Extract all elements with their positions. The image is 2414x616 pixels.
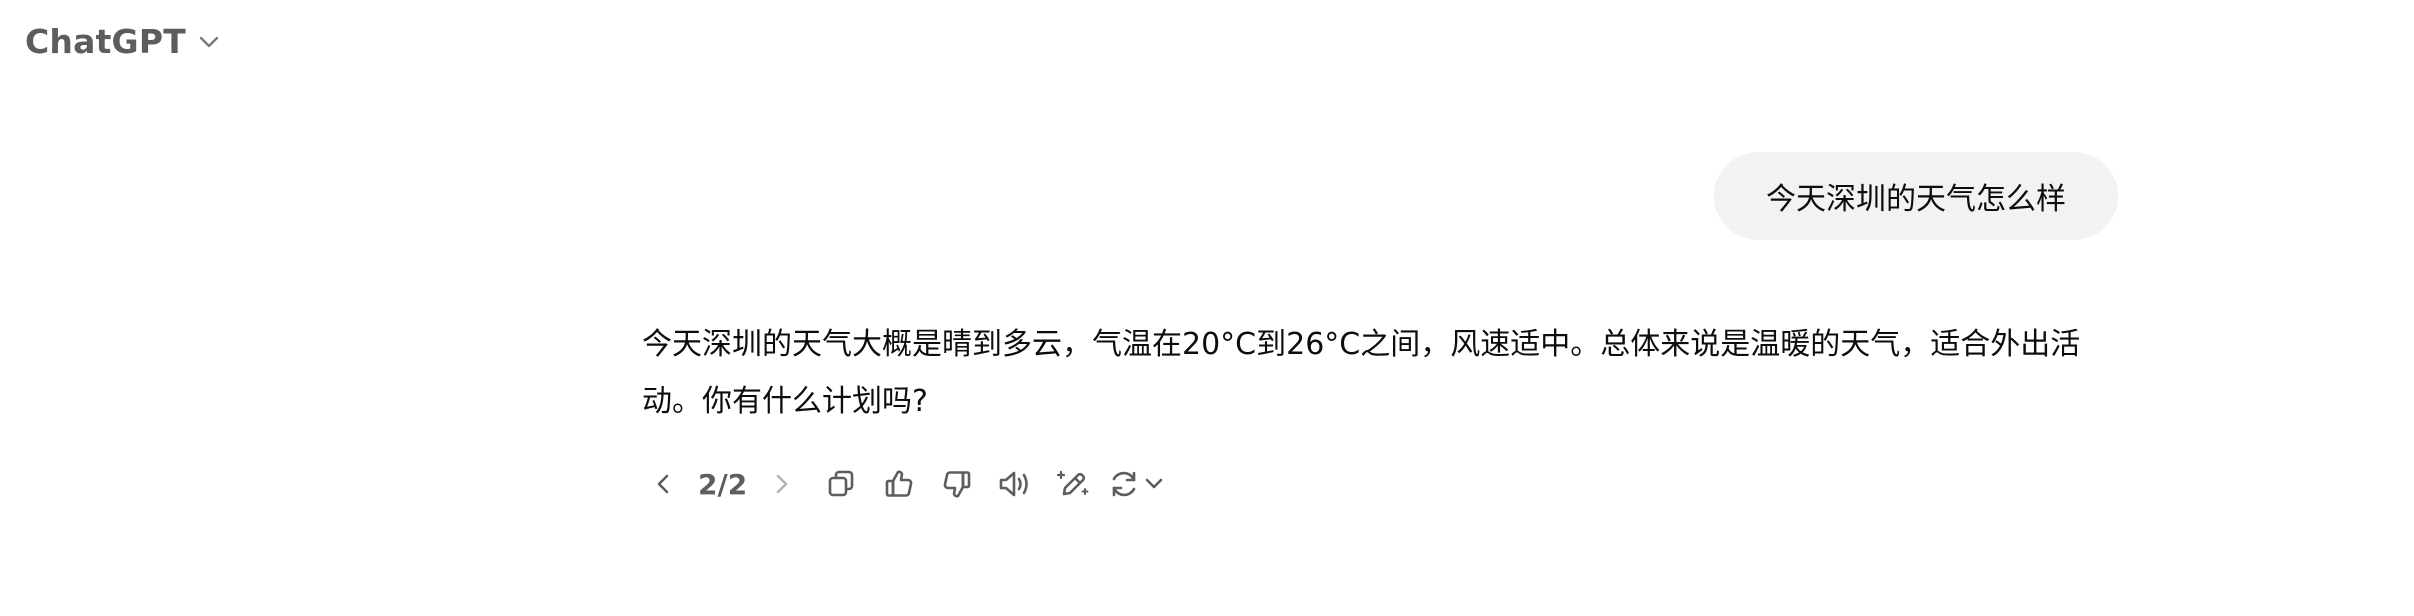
model-selector[interactable]: ChatGPT bbox=[25, 22, 220, 61]
thumbs-up-icon bbox=[885, 470, 913, 497]
regenerate-icon bbox=[1112, 471, 1136, 497]
chevron-right-icon bbox=[776, 474, 788, 494]
thumbs-down-icon bbox=[943, 471, 971, 498]
previous-response-button[interactable] bbox=[642, 462, 686, 506]
assistant-message-text: 今天深圳的天气大概是晴到多云，气温在20°C到26°C之间，风速适中。总体来说是… bbox=[642, 327, 2081, 419]
model-title: ChatGPT bbox=[25, 22, 186, 61]
copy-button[interactable] bbox=[819, 462, 863, 506]
assistant-message: 今天深圳的天气大概是晴到多云，气温在20°C到26°C之间，风速适中。总体来说是… bbox=[642, 316, 2122, 430]
chevron-down-icon bbox=[1145, 478, 1163, 489]
read-aloud-button[interactable] bbox=[993, 462, 1037, 506]
thumbs-up-button[interactable] bbox=[877, 462, 921, 506]
response-pager: 2/2 bbox=[698, 467, 748, 501]
regenerate-button[interactable] bbox=[1107, 467, 1165, 501]
chevron-down-icon bbox=[198, 35, 220, 49]
message-action-bar: 2/2 bbox=[642, 462, 1165, 506]
edit-button[interactable] bbox=[1051, 462, 1095, 506]
edit-pen-icon bbox=[1057, 470, 1089, 496]
thumbs-down-button[interactable] bbox=[935, 462, 979, 506]
next-response-button[interactable] bbox=[759, 462, 803, 506]
copy-icon bbox=[828, 470, 854, 497]
chevron-left-icon bbox=[657, 474, 669, 494]
user-message-bubble: 今天深圳的天气怎么样 bbox=[1714, 152, 2118, 240]
speaker-icon bbox=[999, 471, 1029, 497]
